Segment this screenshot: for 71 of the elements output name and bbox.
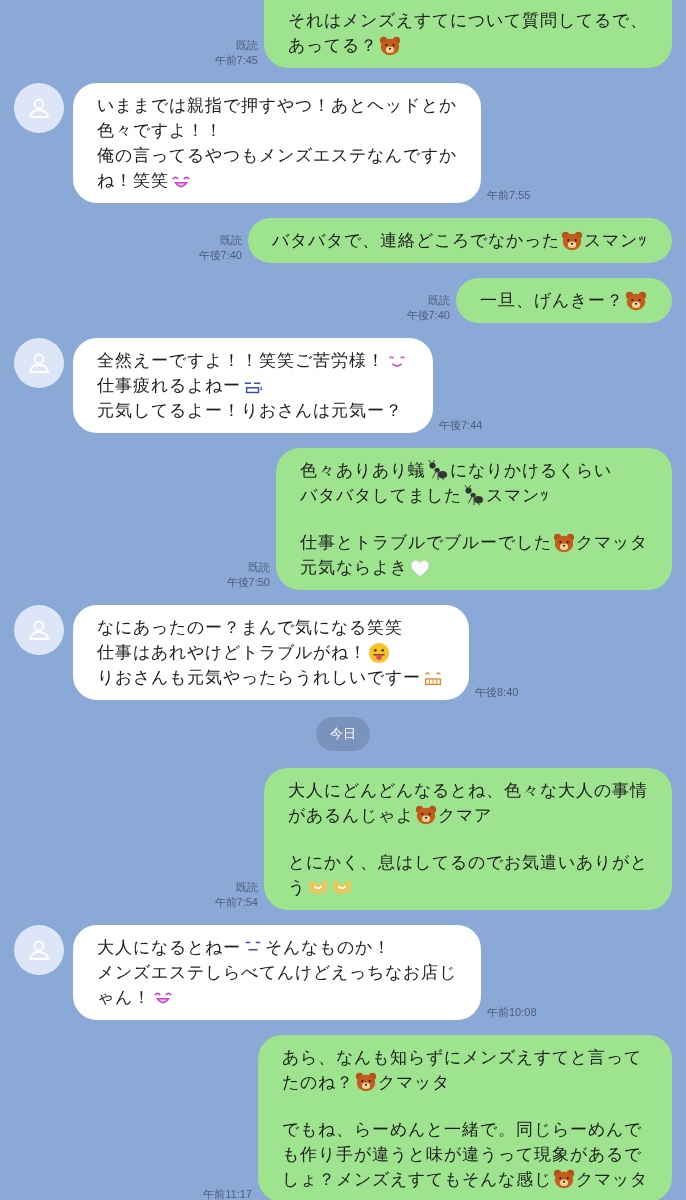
message-text: ね！笑笑: [97, 170, 169, 192]
avatar[interactable]: [14, 83, 64, 133]
bear-icon: [625, 289, 647, 312]
message-text: クマッタ: [576, 532, 648, 554]
message-text: いままでは親指で押すやつ！あとヘッドとか: [97, 95, 457, 117]
message-text: たのね？: [282, 1071, 354, 1094]
message-time: 午前7:45: [214, 53, 258, 68]
message-time: 午後7:44: [439, 418, 483, 433]
message-text: りおさんも元気やったらうれしいですー: [97, 667, 421, 689]
person-icon: [28, 97, 50, 119]
message-text: 元気してるよー！りおさんは元気ー？: [97, 400, 403, 422]
tongue-face-icon: [368, 641, 390, 664]
bear-icon: [415, 804, 437, 826]
message-text: 一旦、げんきー？: [480, 290, 624, 312]
message-text: あら、なんも知らずにメンズえすてと言って: [282, 1046, 642, 1069]
avatar[interactable]: [14, 338, 64, 388]
message-text: クマア: [438, 804, 492, 827]
bear-icon: [379, 34, 401, 57]
message-text: でもね、らーめんと一緒で。同じらーめんで: [282, 1118, 642, 1141]
message-text: う: [288, 876, 306, 899]
avatar[interactable]: [14, 605, 64, 655]
message-text: それはメンズえすてについて質問してるで、: [288, 10, 648, 32]
message-text: 大人になるとねー: [97, 936, 241, 959]
message-text: 色々ですよ！！: [97, 120, 223, 142]
message-text: 全然えーですよ！！笑笑ご苦労様！: [97, 350, 385, 372]
message-text: クマッタ: [576, 1168, 648, 1191]
message-text: になりかけるくらい: [450, 460, 612, 482]
message-text: ゃん！: [97, 986, 151, 1009]
message-text: スマンｯ: [584, 230, 648, 252]
person-icon: [28, 938, 50, 961]
read-receipt: 既読: [236, 879, 258, 895]
read-receipt: 既読: [428, 293, 450, 308]
message-time: 午前7:55: [487, 188, 531, 203]
message-text: とにかく、息はしてるのでお気遣いありがと: [288, 851, 648, 874]
message-time: 午前10:08: [487, 1004, 537, 1020]
message-text: クマッタ: [378, 1071, 450, 1094]
message-text: 俺の言ってるやつもメンズエステなんですか: [97, 145, 457, 167]
message-text: そんなものか！: [265, 936, 391, 959]
message-time: 午前7:54: [214, 894, 258, 910]
person-icon: [28, 619, 50, 641]
read-receipt: 既読: [248, 560, 270, 575]
message-time: 午後7:50: [226, 575, 270, 590]
message-text: あってる？: [288, 35, 378, 57]
message-text: バタバタしてました: [300, 485, 462, 507]
message-time: 午後7:40: [406, 308, 450, 323]
person-icon: [28, 352, 50, 374]
message-text: 仕事はあれやけどトラブルがね！: [97, 642, 367, 664]
message-text: 仕事疲れるよねー: [97, 375, 241, 397]
avatar[interactable]: [14, 924, 64, 975]
message-text: バタバタで、連絡どころでなかった: [272, 230, 560, 252]
ant-icon: [427, 459, 449, 482]
message-text: なにあったのー？まんで気になる笑笑: [97, 617, 403, 639]
message-text: も作り手が違うと味が違うって現象があるで: [282, 1143, 642, 1166]
bear-icon: [561, 229, 583, 252]
message-text: 色々ありあり蟻: [300, 460, 426, 482]
message-text: 仕事とトラブルでブルーでした: [300, 532, 552, 554]
bear-icon: [355, 1071, 377, 1093]
message-text: メンズエステしらべてんけどえっちなお店じ: [97, 961, 457, 984]
message-text: 大人にどんどんなるとね、色々な大人の事情: [288, 779, 648, 802]
read-receipt: 既読: [236, 38, 258, 53]
bear-icon: [553, 1168, 575, 1190]
read-receipt: 既読: [220, 233, 242, 248]
ant-icon: [463, 484, 485, 507]
message-text: があるんじゃよ: [288, 804, 414, 827]
message-time: 午後7:40: [198, 248, 242, 263]
message-time: 午後8:40: [475, 685, 519, 700]
message-time: 午前11:17: [203, 1186, 252, 1200]
message-text: しょ？メンズえすてもそんな感じ: [282, 1168, 552, 1191]
bear-icon: [553, 531, 575, 554]
message-text: スマンｯ: [486, 485, 550, 507]
message-text: 元気ならよき: [300, 557, 408, 579]
